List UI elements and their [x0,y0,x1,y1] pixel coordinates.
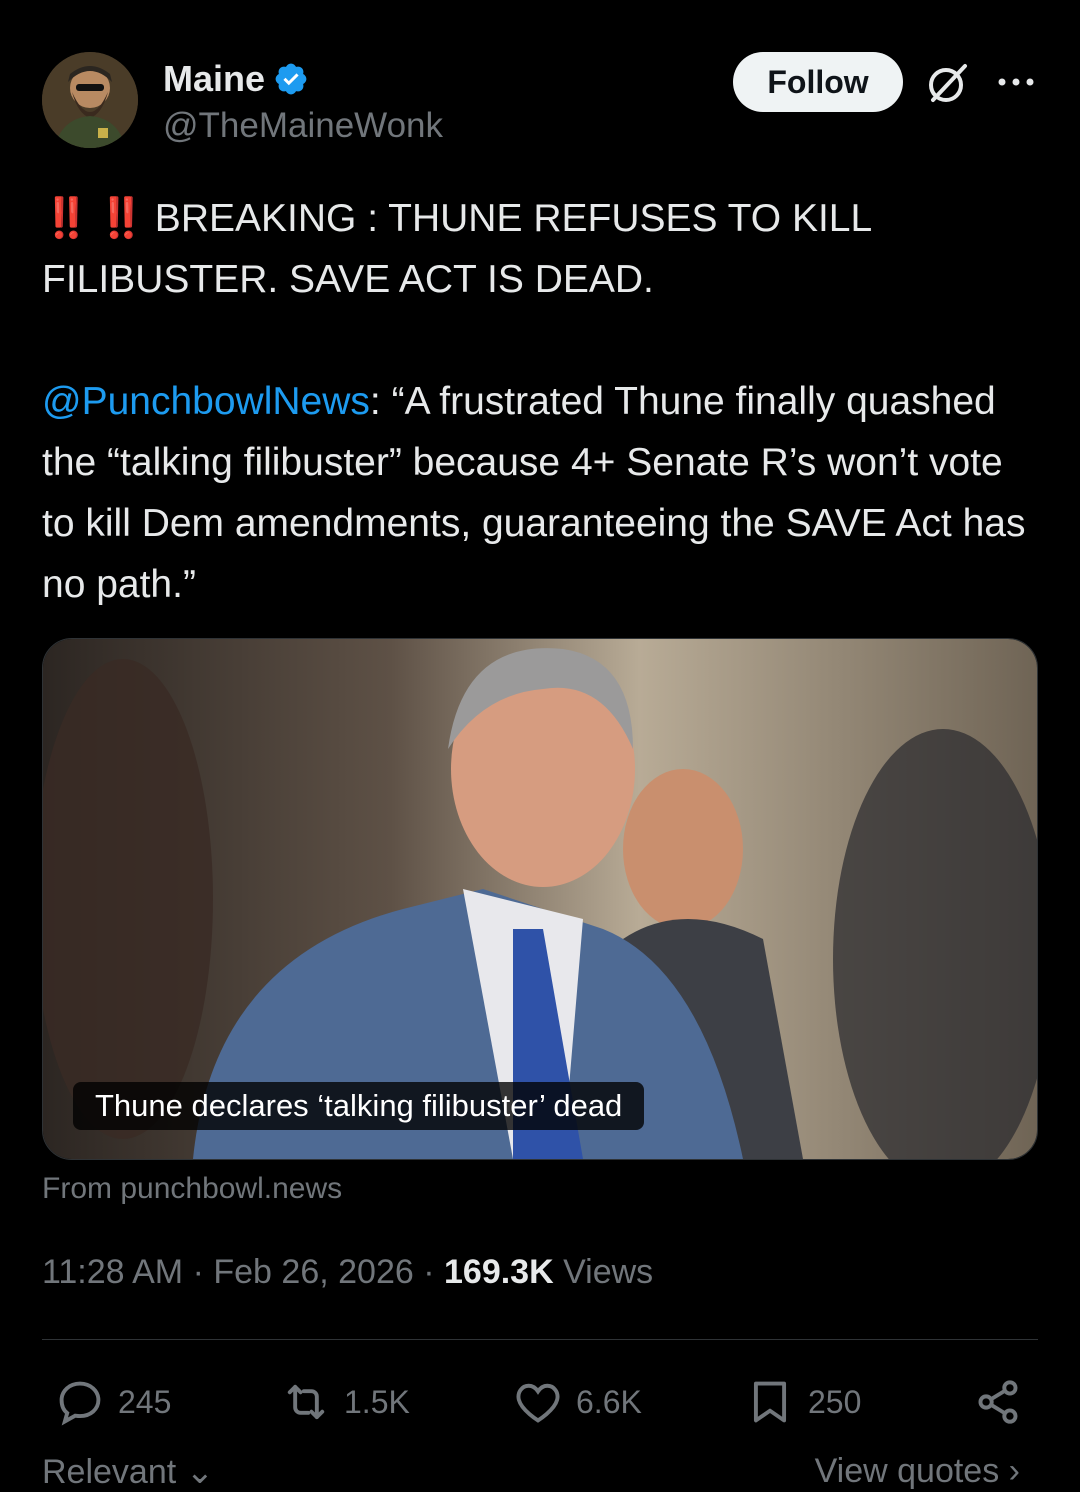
tweet-header: Maine @TheMaineWonk Follow [42,50,1038,150]
tweet-meta: 11:28 AM · Feb 26, 2026 · 169.3K Views [42,1253,653,1292]
more-icon[interactable] [994,64,1038,100]
action-bar: 245 1.5K 6.6K 250 [42,1370,1038,1434]
like-count: 6.6K [576,1383,642,1420]
tweet-text: ‼️ ‼️ BREAKING : THUNE REFUSES TO KILL F… [42,188,1038,615]
sort-relevant[interactable]: Relevant ⌄ [42,1453,214,1491]
card-photo [43,639,1037,1159]
reply-sort-bar: Relevant ⌄ View quotes › [42,1452,1038,1492]
view-quotes-link[interactable]: View quotes › [815,1452,1020,1491]
author-handle[interactable]: @TheMaineWonk [163,106,443,146]
repost-icon [287,1384,325,1420]
share-button[interactable] [972,1370,1036,1434]
repost-count: 1.5K [344,1383,410,1420]
like-button[interactable]: 6.6K [512,1370,642,1434]
views-label: Views [563,1253,654,1291]
tweet-headline: BREAKING : THUNE REFUSES TO KILL FILIBUS… [42,197,873,301]
card-source[interactable]: From punchbowl.news [42,1172,342,1206]
link-card[interactable]: Thune declares ‘talking filibuster’ dead [42,638,1038,1160]
author-name-row[interactable]: Maine [163,58,309,100]
views-count: 169.3K [444,1253,554,1291]
tweet-date[interactable]: Feb 26, 2026 [213,1253,413,1291]
verified-badge-icon [275,63,307,95]
card-caption: Thune declares ‘talking filibuster’ dead [73,1082,645,1130]
bookmark-count: 250 [808,1383,862,1420]
repost-button[interactable]: 1.5K [280,1370,410,1434]
reply-icon [59,1381,101,1426]
meta-separator: · [192,1253,214,1291]
tweet-time[interactable]: 11:28 AM [42,1253,183,1291]
follow-button[interactable]: Follow [733,52,903,112]
reply-button[interactable]: 245 [54,1370,171,1434]
reply-count: 245 [118,1383,172,1420]
alert-emoji: ‼️ ‼️ [42,197,146,240]
meta-separator: · [423,1253,444,1291]
avatar-image [42,52,138,148]
heart-icon [516,1383,560,1423]
bookmark-icon [753,1381,787,1423]
share-icon [978,1380,1018,1424]
divider [42,1339,1038,1340]
grok-icon[interactable] [925,60,971,106]
view-quotes-label: View quotes [814,1452,1000,1490]
avatar[interactable] [42,52,138,148]
bookmark-button[interactable]: 250 [744,1370,861,1434]
mention-link[interactable]: @PunchbowlNews [42,380,370,423]
sort-label: Relevant [42,1453,177,1491]
author-name[interactable]: Maine [163,58,265,100]
